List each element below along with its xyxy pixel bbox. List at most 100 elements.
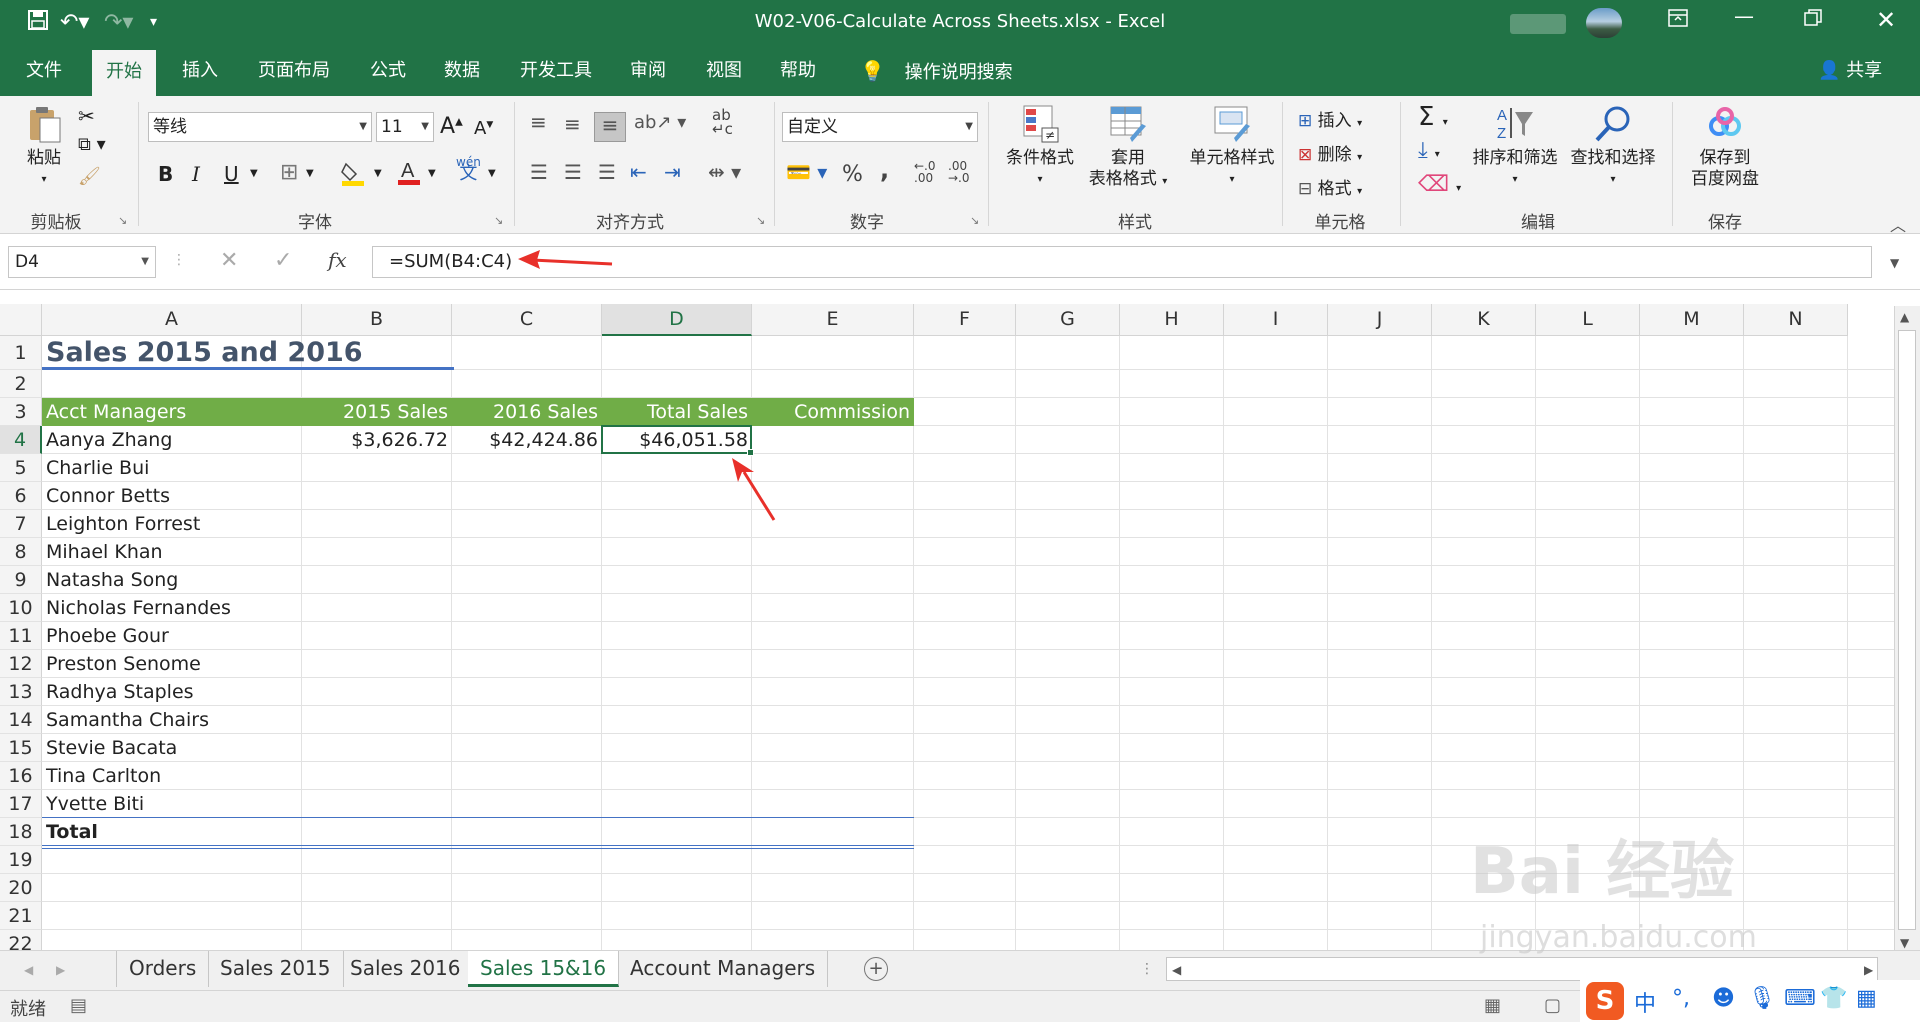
avatar[interactable] (1586, 8, 1622, 38)
clear-eraser-icon[interactable]: ⌫ ▾ (1418, 172, 1461, 197)
more-options-icon[interactable]: ⋮ (172, 252, 186, 268)
increase-indent-icon[interactable]: ⇥ (664, 160, 681, 184)
tab-formulas[interactable]: 公式 (356, 46, 420, 96)
maximize-icon[interactable] (1804, 8, 1822, 32)
chevron-down-icon[interactable]: ▼ (428, 168, 436, 179)
wrap-text-icon[interactable]: ab ↵c (712, 108, 733, 137)
tab-review[interactable]: 审阅 (616, 46, 680, 96)
column-header-c[interactable]: C (452, 304, 602, 336)
page-layout-view-icon[interactable]: ▢ (1544, 995, 1561, 1016)
decrease-decimal-icon[interactable]: .00 →.0 (948, 160, 970, 184)
total-label[interactable]: Total (42, 818, 102, 846)
chevron-down-icon[interactable]: ▼ (488, 168, 496, 179)
column-header-j[interactable]: J (1328, 304, 1432, 336)
tab-developer[interactable]: 开发工具 (506, 46, 606, 96)
column-heading[interactable]: 2016 Sales (452, 398, 602, 426)
shrink-font-button[interactable]: A▼ (474, 118, 493, 139)
account-manager-name[interactable]: Samantha Chairs (42, 706, 302, 734)
percent-style-button[interactable]: % (842, 162, 863, 187)
ime-language[interactable]: 中 (1634, 986, 1656, 1018)
merge-center-icon[interactable]: ⇹ ▾ (708, 160, 741, 184)
enter-check-icon[interactable]: ✓ (274, 248, 292, 273)
delete-cells-button[interactable]: ⊠ 删除 ▾ (1298, 140, 1362, 165)
row-header-7[interactable]: 7 (0, 510, 42, 538)
cell-styles-button[interactable]: 单元格样式 ▾ (1172, 104, 1292, 190)
row-header-15[interactable]: 15 (0, 734, 42, 762)
column-header-n[interactable]: N (1744, 304, 1848, 336)
row-header-6[interactable]: 6 (0, 482, 42, 510)
cancel-icon[interactable]: ✕ (220, 248, 238, 273)
row-header-19[interactable]: 19 (0, 846, 42, 874)
name-box[interactable]: D4 ▼ (8, 246, 156, 278)
chevron-down-icon[interactable]: ▼ (306, 168, 314, 179)
account-name[interactable] (1510, 14, 1566, 34)
ime-punctuation[interactable]: °, (1672, 986, 1690, 1011)
chevron-down-icon[interactable]: ▼ (374, 168, 382, 179)
row-header-20[interactable]: 20 (0, 874, 42, 902)
row-header-1[interactable]: 1 (0, 336, 42, 370)
align-right-icon[interactable]: ☰ (598, 160, 616, 184)
conditional-formatting-button[interactable]: ≠ 条件格式 ▾ (996, 104, 1084, 190)
column-heading[interactable]: Total Sales (602, 398, 752, 426)
dialog-launcher-icon[interactable]: ↘ (118, 214, 127, 227)
account-manager-name[interactable]: Connor Betts (42, 482, 302, 510)
bold-button[interactable]: B (158, 162, 173, 186)
sogou-logo[interactable]: S (1586, 982, 1624, 1020)
column-header-b[interactable]: B (302, 304, 452, 336)
sheet-tab-account-managers[interactable]: Account Managers (618, 951, 829, 987)
column-header-f[interactable]: F (914, 304, 1016, 336)
microphone-icon[interactable]: 🎙 (1748, 986, 1776, 1011)
skin-icon[interactable]: 👕 (1820, 986, 1847, 1011)
sort-filter-button[interactable]: AZ 排序和筛选 ▾ (1466, 104, 1564, 190)
underline-button[interactable]: U (224, 162, 239, 186)
tab-insert[interactable]: 插入 (168, 46, 232, 96)
row-header-9[interactable]: 9 (0, 566, 42, 594)
autosum-icon[interactable]: Σ ▾ (1418, 102, 1448, 132)
account-manager-name[interactable]: Radhya Staples (42, 678, 302, 706)
prev-sheet-icon[interactable]: ◀ (24, 963, 33, 977)
row-header-22[interactable]: 22 (0, 930, 42, 950)
account-manager-name[interactable]: Phoebe Gour (42, 622, 302, 650)
keyboard-icon[interactable]: ⌨ (1784, 986, 1816, 1011)
sheet-tab-sales-15-16[interactable]: Sales 15&16 (468, 951, 620, 987)
font-size-select[interactable]: 11 ▼ (376, 112, 434, 142)
column-header-d[interactable]: D (602, 304, 752, 336)
paste-button[interactable]: 粘贴 ▾ (14, 104, 74, 190)
account-manager-name[interactable]: Stevie Bacata (42, 734, 302, 762)
sheet-tab-sales-2015[interactable]: Sales 2015 (208, 951, 344, 987)
row-header-13[interactable]: 13 (0, 678, 42, 706)
insert-cells-button[interactable]: ⊞ 插入 ▾ (1298, 106, 1362, 131)
grow-font-button[interactable]: A▲ (440, 114, 463, 139)
column-header-e[interactable]: E (752, 304, 914, 336)
row-header-2[interactable]: 2 (0, 370, 42, 398)
sales-value[interactable]: $3,626.72 (302, 426, 452, 454)
column-heading[interactable]: Acct Managers (42, 398, 302, 426)
row-header-5[interactable]: 5 (0, 454, 42, 482)
column-header-m[interactable]: M (1640, 304, 1744, 336)
copy-icon[interactable]: ⧉ ▾ (78, 134, 106, 155)
align-middle-icon[interactable]: ≡ (564, 112, 581, 136)
toolbox-icon[interactable]: ▦ (1856, 986, 1877, 1011)
select-all-corner[interactable] (0, 304, 42, 336)
format-cells-button[interactable]: ⊟ 格式 ▾ (1298, 174, 1362, 199)
column-header-h[interactable]: H (1120, 304, 1224, 336)
tab-help[interactable]: 帮助 (766, 46, 830, 96)
share-button[interactable]: 👤 共享 (1818, 46, 1882, 96)
dialog-launcher-icon[interactable]: ↘ (494, 214, 503, 227)
italic-button[interactable]: I (192, 162, 200, 186)
sheet-title[interactable]: Sales 2015 and 2016 (42, 336, 462, 370)
account-manager-name[interactable]: Charlie Bui (42, 454, 302, 482)
sheet-tab-orders[interactable]: Orders (116, 951, 210, 987)
row-header-3[interactable]: 3 (0, 398, 42, 426)
fill-handle[interactable] (747, 449, 754, 456)
tab-file[interactable]: 文件 (12, 46, 76, 96)
tab-home[interactable]: 开始 (92, 50, 156, 96)
column-heading[interactable]: 2015 Sales (302, 398, 452, 426)
fill-down-icon[interactable]: ⤓ ▾ (1418, 138, 1440, 163)
add-sheet-button[interactable]: + (864, 957, 888, 981)
row-header-11[interactable]: 11 (0, 622, 42, 650)
number-format-select[interactable]: 自定义 ▼ (782, 112, 978, 142)
account-manager-name[interactable]: Nicholas Fernandes (42, 594, 302, 622)
row-header-14[interactable]: 14 (0, 706, 42, 734)
fill-color-button[interactable] (340, 160, 366, 191)
